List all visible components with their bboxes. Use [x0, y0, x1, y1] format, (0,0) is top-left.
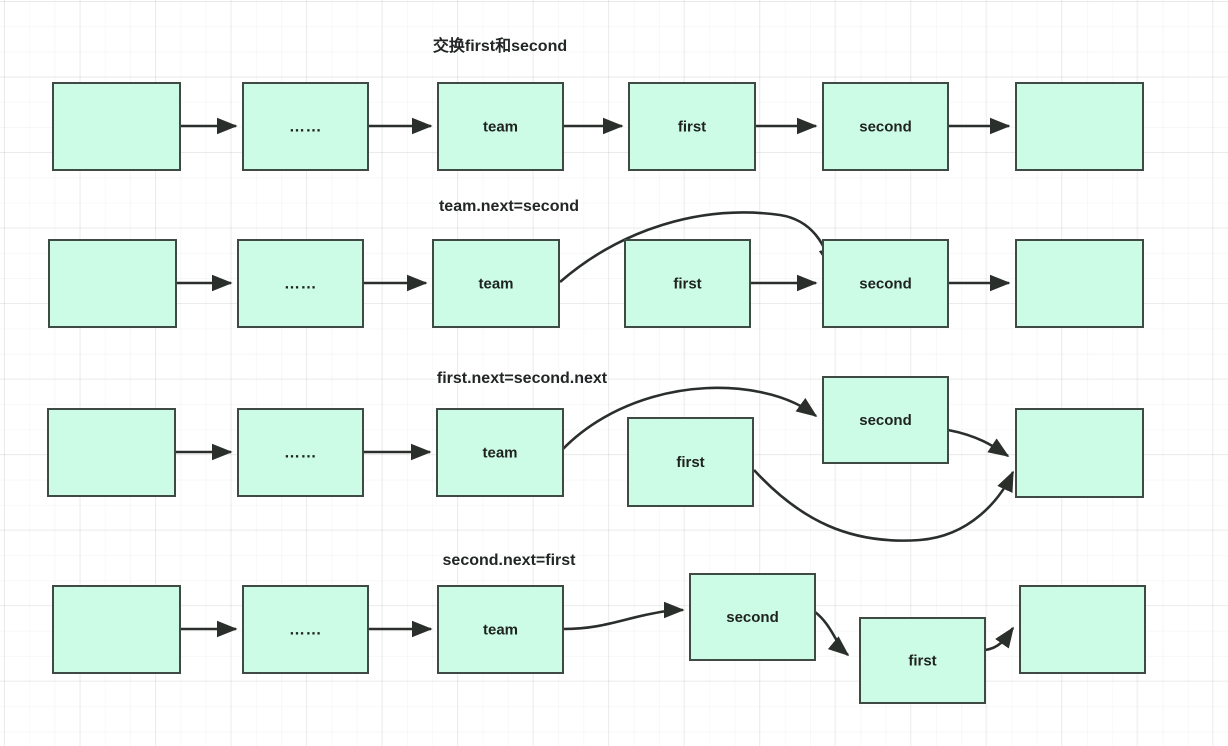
node-label: team: [482, 444, 517, 461]
node-label: ……: [284, 445, 317, 462]
node-box: [52, 82, 181, 171]
node-box: [1015, 239, 1144, 328]
node-r2-n6[interactable]: [1015, 239, 1144, 328]
node-box: [1015, 408, 1144, 498]
edge-r4-n4-to-r4-n5: [814, 610, 850, 656]
node-label: ……: [289, 119, 322, 136]
node-label: first: [908, 652, 936, 669]
diagram-canvas: …… team first second …… team first second …… team…: [0, 0, 1228, 746]
node-r3-n4[interactable]: first: [627, 417, 754, 507]
diagram-svg: …… team first second …… team first second …… team…: [47, 36, 1146, 704]
node-r2-n2[interactable]: ……: [237, 239, 364, 328]
node-r4-n1[interactable]: [52, 585, 181, 674]
node-label: team: [483, 118, 518, 135]
node-r1-n4[interactable]: first: [628, 82, 756, 171]
node-r2-n4[interactable]: first: [624, 239, 751, 328]
node-r1-n6[interactable]: [1015, 82, 1144, 171]
node-r2-n3[interactable]: team: [432, 239, 560, 328]
node-label: ……: [284, 276, 317, 293]
edge-r4-n5-to-r4-n6: [984, 626, 1015, 652]
node-box: [52, 585, 181, 674]
edge-r3-n4-to-r3-n6: [753, 469, 1015, 542]
node-r3-n5[interactable]: second: [822, 376, 949, 464]
node-label: first: [678, 118, 706, 135]
node-label: first: [676, 454, 704, 471]
node-label: first: [673, 275, 701, 292]
edge-r3-n5-to-r3-n6: [947, 428, 1010, 458]
node-r3-n1[interactable]: [47, 408, 176, 497]
node-r4-n6[interactable]: [1019, 585, 1146, 674]
node-r1-n5[interactable]: second: [822, 82, 949, 171]
node-label: second: [859, 275, 912, 292]
node-label: second: [859, 118, 912, 135]
node-box: [47, 408, 176, 497]
node-r4-n4[interactable]: second: [689, 573, 816, 661]
node-r2-n1[interactable]: [48, 239, 177, 328]
node-label: ……: [289, 622, 322, 639]
node-label: team: [483, 621, 518, 638]
node-r1-n3[interactable]: team: [437, 82, 564, 171]
row-title-4: second.next=first: [443, 552, 577, 569]
row-title-2: team.next=second: [439, 198, 579, 215]
node-r3-n6[interactable]: [1015, 408, 1144, 498]
node-r1-n2[interactable]: ……: [242, 82, 369, 171]
node-box: [1015, 82, 1144, 171]
row-title-3: first.next=second.next: [437, 370, 608, 387]
row-title-1: 交换first和second: [433, 36, 567, 55]
node-label: second: [859, 412, 912, 429]
node-r1-n1[interactable]: [52, 82, 181, 171]
node-r2-n5[interactable]: second: [822, 239, 949, 328]
node-label: team: [478, 275, 513, 292]
node-r4-n2[interactable]: ……: [242, 585, 369, 674]
nodes-group: …… team first second …… team first second …… team…: [47, 82, 1146, 704]
node-label: second: [726, 609, 779, 626]
node-r4-n5[interactable]: first: [859, 617, 986, 704]
edge-r4-n3-to-r4-n4: [562, 601, 685, 631]
node-r3-n3[interactable]: team: [436, 408, 564, 497]
node-r4-n3[interactable]: team: [437, 585, 564, 674]
node-box: [1019, 585, 1146, 674]
node-r3-n2[interactable]: ……: [237, 408, 364, 497]
node-box: [48, 239, 177, 328]
